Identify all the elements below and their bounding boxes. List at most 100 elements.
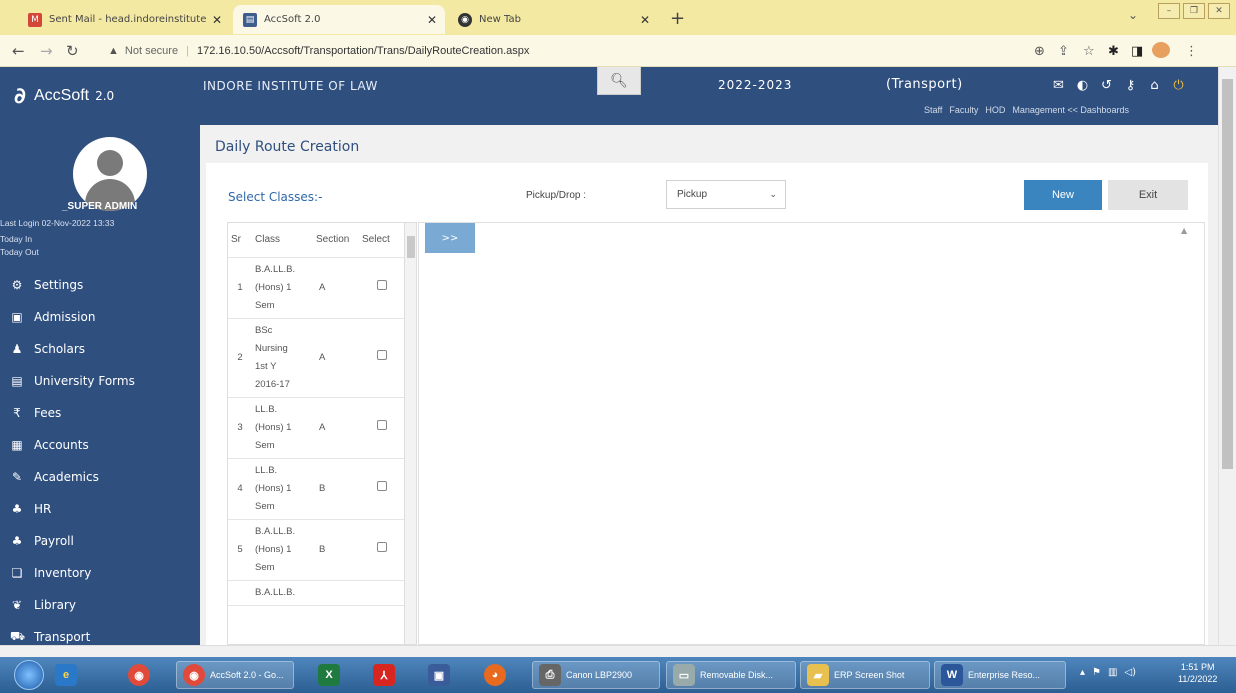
users-icon: ♣ <box>11 533 23 548</box>
forward-arrow-icon[interactable]: → <box>40 42 53 60</box>
ledger-icon: ▦ <box>11 437 23 452</box>
sidebar-item-label: Settings <box>34 277 84 292</box>
clock[interactable]: 1:51 PM 11/2/2022 <box>1178 661 1217 685</box>
exit-button[interactable]: Exit <box>1108 180 1188 210</box>
sidebar-item-transport[interactable]: ⛟ Transport <box>0 621 200 645</box>
select-checkbox[interactable] <box>377 480 387 491</box>
sidepanel-icon[interactable]: ◨ <box>1131 44 1143 59</box>
table-row: 3 LL.B. (Hons) 1 Sem A <box>228 397 405 459</box>
start-button[interactable] <box>14 660 44 690</box>
move-right-button[interactable]: >> <box>425 223 475 253</box>
restore-icon[interactable]: ❐ <box>1183 3 1205 19</box>
menu-icon[interactable]: ⋮ <box>1185 44 1198 59</box>
selected-classes-panel <box>418 222 1205 645</box>
close-icon[interactable]: ✕ <box>640 13 650 27</box>
select-checkbox[interactable] <box>377 541 387 552</box>
taskbar-item-accsoft[interactable]: ◉ AccSoft 2.0 - Go... <box>176 661 294 689</box>
volume-icon[interactable]: ◁) <box>1124 667 1136 678</box>
session-year[interactable]: 2022-2023 <box>718 78 792 92</box>
page-scrollbar[interactable] <box>1218 67 1236 645</box>
class-table-container[interactable]: Sr Class Section Select 1 B.A.LL.B. (Hons… <box>227 222 417 645</box>
table-row: 1 B.A.LL.B. (Hons) 1 Sem A <box>228 257 405 319</box>
mail-icon[interactable]: ✉ <box>1048 75 1069 95</box>
tray-arrow-icon[interactable]: ▴ <box>1080 667 1085 678</box>
tab-accsoft[interactable]: ▤ AccSoft 2.0 ✕ <box>233 5 445 34</box>
reload-icon[interactable]: ↻ <box>66 42 79 60</box>
close-icon[interactable]: ✕ <box>212 13 222 27</box>
new-tab-button[interactable]: + <box>670 8 685 29</box>
sidebar-item-admission[interactable]: ▣ Admission <box>0 301 200 332</box>
link-faculty[interactable]: Faculty <box>949 105 978 115</box>
cell-class: B.A.LL.B. (Hons) 1 Sem <box>252 519 313 581</box>
chrome-pinned-icon[interactable]: ◉ <box>128 661 155 689</box>
extensions-icon[interactable]: ✱ <box>1108 44 1119 59</box>
taskbar-item-printer[interactable]: ⎙ Canon LBP2900 <box>532 661 660 689</box>
home-icon[interactable]: ⌂ <box>1144 75 1165 95</box>
clock-date: 11/2/2022 <box>1178 674 1218 684</box>
power-icon[interactable]: ⏻ <box>1168 75 1189 95</box>
minimize-icon[interactable]: – <box>1158 3 1180 19</box>
sidebar-item-fees[interactable]: ₹ Fees <box>0 397 200 428</box>
url-text: 172.16.10.50/Accsoft/Transportation/Tran… <box>196 45 530 57</box>
link-management[interactable]: Management << Dashboards <box>1012 105 1129 115</box>
app-logo[interactable]: ∂ AccSoft 2.0 <box>0 67 200 125</box>
search-icon[interactable]: 🔍︎ <box>597 67 641 95</box>
profile-avatar[interactable] <box>1152 42 1170 58</box>
new-button[interactable]: New <box>1024 180 1102 210</box>
sidebar-item-settings[interactable]: ⚙ Settings <box>0 269 200 300</box>
column-header-section: Section <box>313 223 359 258</box>
url-field[interactable]: ▲ Not secure | 172.16.10.50/Accsoft/Tran… <box>108 40 1143 62</box>
select-checkbox[interactable] <box>377 419 387 430</box>
app-header: ∂ AccSoft 2.0 INDORE INSTITUTE OF LAW 🔍︎… <box>0 67 1218 125</box>
select-checkbox[interactable] <box>377 279 387 290</box>
sidebar-item-library[interactable]: ❦ Library <box>0 589 200 620</box>
horizontal-scrollbar[interactable] <box>0 645 1236 657</box>
sidebar-item-payroll[interactable]: ♣ Payroll <box>0 525 200 556</box>
sidebar-item-academics[interactable]: ✎ Academics <box>0 461 200 492</box>
chevron-down-icon[interactable]: ⌄ <box>1128 8 1138 22</box>
link-staff[interactable]: Staff <box>924 105 942 115</box>
sidebar-item-accounts[interactable]: ▦ Accounts <box>0 429 200 460</box>
cell-class: BSc Nursing 1st Y 2016-17 <box>252 318 313 398</box>
back-arrow-icon[interactable]: ← <box>12 42 25 60</box>
share-icon[interactable]: ⇪ <box>1058 44 1069 59</box>
close-icon[interactable]: ✕ <box>427 13 437 27</box>
select-checkbox[interactable] <box>377 349 387 360</box>
cell-section: A <box>313 318 359 398</box>
sidebar-item-inventory[interactable]: ❏ Inventory <box>0 557 200 588</box>
logo-icon: ∂ <box>14 83 26 109</box>
sidebar-item-hr[interactable]: ♣ HR <box>0 493 200 524</box>
star-icon[interactable]: ☆ <box>1083 44 1095 59</box>
scroll-up-icon[interactable]: ▲ <box>1181 226 1187 235</box>
tab-sent-mail[interactable]: M Sent Mail - head.indoreinstitute ✕ <box>18 5 230 34</box>
security-label: Not secure <box>124 45 179 57</box>
column-header-select: Select <box>359 223 405 258</box>
ie-icon[interactable]: e <box>55 661 82 689</box>
zoom-icon[interactable]: ⊕ <box>1034 44 1045 59</box>
flag-icon[interactable]: ⚑ <box>1092 667 1101 678</box>
link-hod[interactable]: HOD <box>985 105 1005 115</box>
pdf-icon[interactable]: ⅄ <box>373 661 400 689</box>
sidebar-item-label: Fees <box>34 405 62 420</box>
refresh-icon[interactable]: ↺ <box>1096 75 1117 95</box>
table-scrollbar[interactable] <box>404 223 416 644</box>
taskbar-item-word[interactable]: W Enterprise Reso... <box>934 661 1066 689</box>
table-row: 4 LL.B. (Hons) 1 Sem B <box>228 458 405 520</box>
sidebar-item-scholars[interactable]: ♟ Scholars <box>0 333 200 364</box>
key-icon[interactable]: ⚷ <box>1120 75 1141 95</box>
tab-title: New Tab <box>479 14 521 25</box>
pickup-drop-select[interactable]: Pickup ⌄ <box>666 180 786 209</box>
windows-taskbar: e ◉ ◉ AccSoft 2.0 - Go... X ⅄ ▣ ◕ ⎙ Canon … <box>0 657 1236 693</box>
taskbar-item-removable-disk[interactable]: ▭ Removable Disk... <box>666 661 796 689</box>
excel-icon[interactable]: X <box>318 661 345 689</box>
toggle-icon[interactable]: ◐ <box>1072 75 1093 95</box>
tab-new-tab[interactable]: ◉ New Tab ✕ <box>448 5 658 34</box>
taskbar-item-erp-screenshot[interactable]: ▰ ERP Screen Shot <box>800 661 930 689</box>
network-icon[interactable]: ▥ <box>1108 667 1117 678</box>
sidebar-item-university-forms[interactable]: ▤ University Forms <box>0 365 200 396</box>
firefox-icon[interactable]: ◕ <box>484 661 511 689</box>
cell-select <box>359 580 405 606</box>
sidebar-item-label: Transport <box>34 629 91 644</box>
close-window-icon[interactable]: ✕ <box>1208 3 1230 19</box>
window-icon[interactable]: ▣ <box>428 661 455 689</box>
